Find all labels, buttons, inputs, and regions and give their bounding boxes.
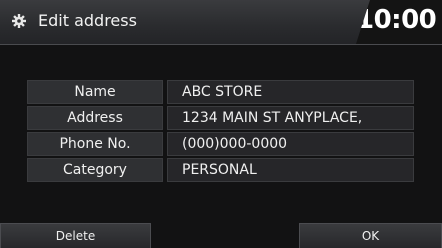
address-table: Name ABC STORE Address 1234 MAIN ST ANYP… <box>27 80 414 184</box>
gear-icon <box>12 14 26 28</box>
field-label-phone: Phone No. <box>27 132 163 156</box>
field-value-name[interactable]: ABC STORE <box>167 80 414 104</box>
ok-button[interactable]: OK <box>299 223 442 248</box>
field-label-category: Category <box>27 158 163 182</box>
field-row-phone[interactable]: Phone No. (000)000-0000 <box>27 132 414 156</box>
delete-button[interactable]: Delete <box>0 223 151 248</box>
clock: 10:00 <box>356 0 442 44</box>
field-label-name: Name <box>27 80 163 104</box>
field-value-phone[interactable]: (000)000-0000 <box>167 132 414 156</box>
field-label-address: Address <box>27 106 163 130</box>
clock-time: 10:00 <box>356 5 437 35</box>
field-value-category[interactable]: PERSONAL <box>167 158 414 182</box>
field-row-category[interactable]: Category PERSONAL <box>27 158 414 182</box>
field-row-name[interactable]: Name ABC STORE <box>27 80 414 104</box>
edit-address-screen: Edit address 10:00 Name ABC STORE Addres… <box>0 0 442 248</box>
field-row-address[interactable]: Address 1234 MAIN ST ANYPLACE, <box>27 106 414 130</box>
header-bar: Edit address 10:00 <box>0 0 442 45</box>
page-title: Edit address <box>38 11 137 30</box>
field-value-address[interactable]: 1234 MAIN ST ANYPLACE, <box>167 106 414 130</box>
